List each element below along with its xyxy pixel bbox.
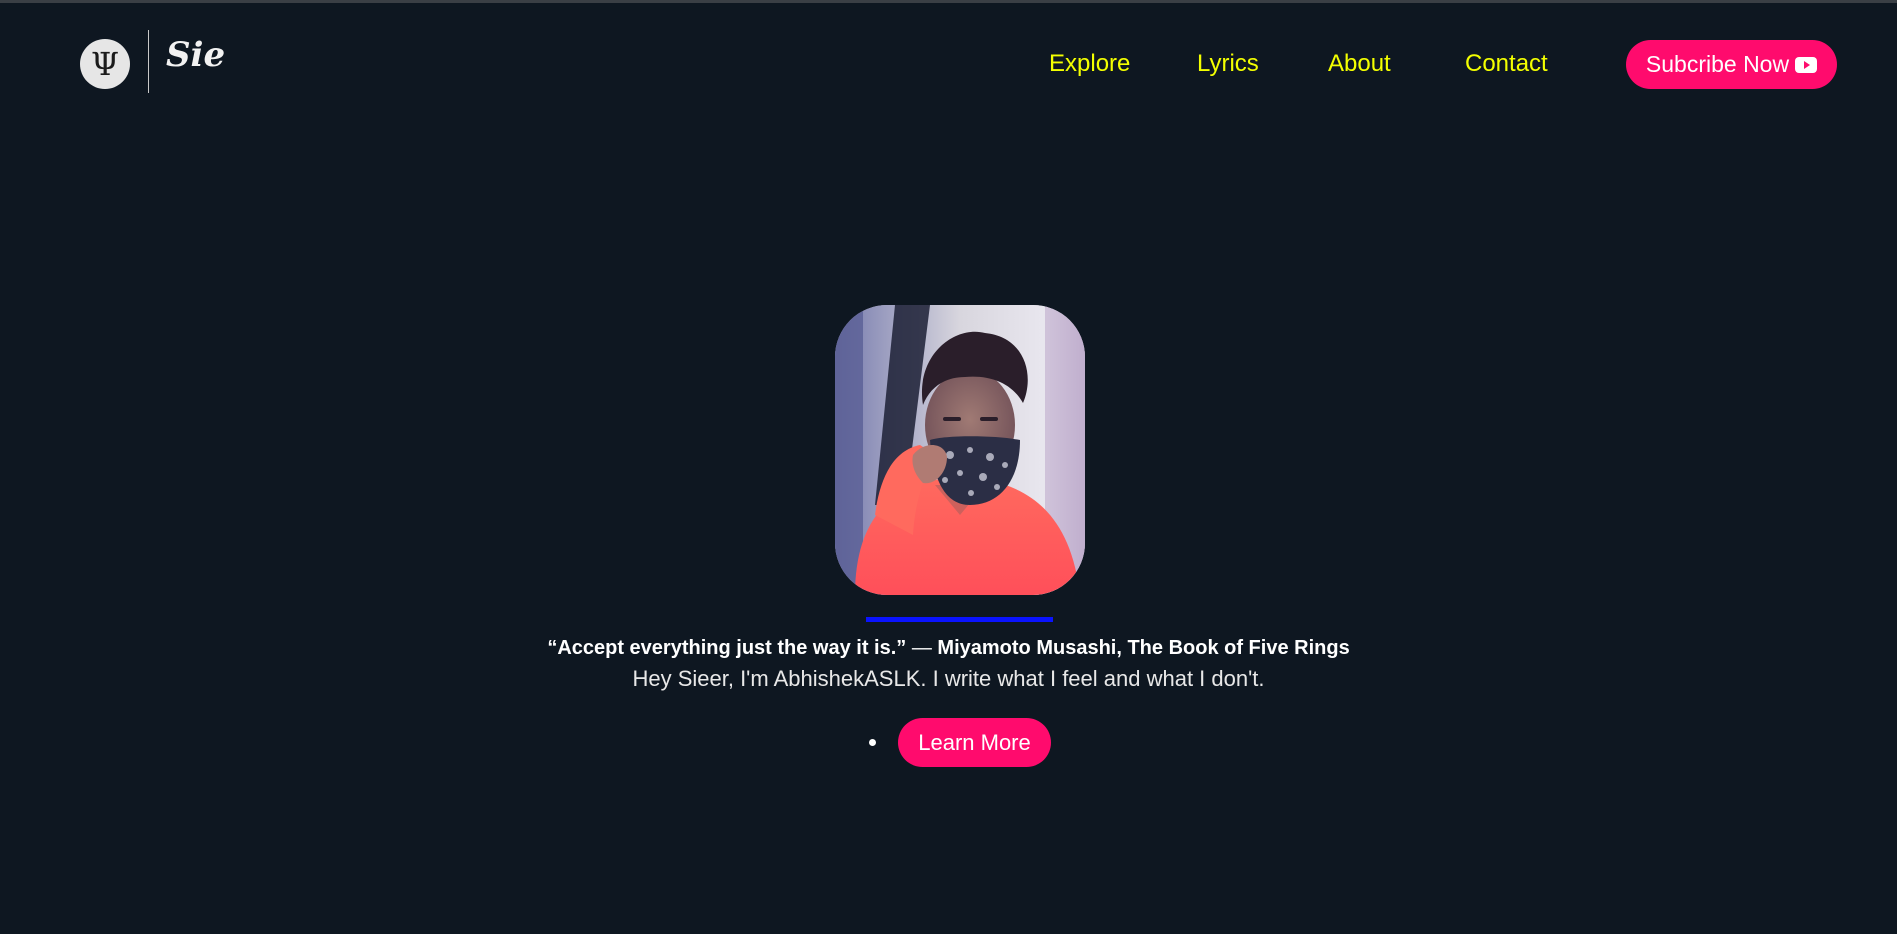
- accent-underline: [866, 617, 1053, 622]
- youtube-icon: [1795, 56, 1818, 73]
- logo-divider: [148, 30, 149, 93]
- profile-photo-illustration: [835, 305, 1085, 595]
- psi-logo-icon[interactable]: Ψ: [80, 39, 130, 89]
- bullet-dot: [869, 739, 876, 746]
- subscribe-label: Subcribe Now: [1645, 51, 1790, 77]
- logo-text[interactable]: Sie: [166, 38, 225, 72]
- quote-dash: —: [911, 637, 932, 659]
- hero-quote: “Accept everything just the way it is.” …: [0, 634, 1897, 662]
- subscribe-button[interactable]: Subcribe Now: [1626, 40, 1837, 89]
- logo-symbol: Ψ: [90, 45, 120, 83]
- top-border: [0, 0, 1897, 3]
- learn-more-label: Learn More: [918, 729, 1031, 755]
- nav-link-lyrics[interactable]: Lyrics: [1197, 50, 1259, 78]
- nav-link-contact[interactable]: Contact: [1465, 50, 1548, 78]
- nav-link-explore[interactable]: Explore: [1049, 50, 1130, 78]
- hero-intro: Hey Sieer, I'm AbhishekASLK. I write wha…: [632, 666, 1265, 691]
- learn-more-button[interactable]: Learn More: [898, 718, 1051, 767]
- profile-photo: [835, 305, 1085, 595]
- quote-author: Miyamoto Musashi, The Book of Five Rings: [937, 637, 1350, 659]
- nav-link-about[interactable]: About: [1328, 50, 1391, 78]
- quote-text: “Accept everything just the way it is.”: [547, 637, 907, 659]
